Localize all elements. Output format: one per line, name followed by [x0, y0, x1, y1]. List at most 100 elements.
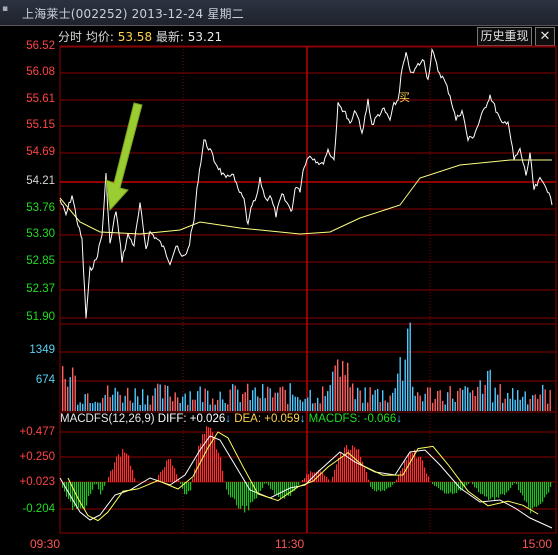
volume-bar — [312, 403, 314, 411]
volume-bar — [342, 360, 344, 411]
macd-bar — [476, 482, 478, 489]
volume-bar — [104, 394, 106, 411]
volume-bar — [417, 392, 419, 411]
volume-bar — [267, 386, 269, 411]
volume-bar — [239, 402, 241, 411]
macd-bar — [450, 482, 452, 493]
buy-marker-label: 买 — [399, 91, 410, 104]
macd-bar — [366, 472, 368, 482]
macd-bar — [86, 482, 88, 506]
macd-bar — [336, 464, 338, 482]
macd-bar — [356, 449, 358, 482]
macd-bar — [528, 482, 530, 508]
macd-bar — [232, 482, 234, 498]
volume-bar — [434, 398, 436, 411]
volume-bar — [167, 385, 169, 411]
macd-bar — [324, 475, 326, 482]
volume-bar — [124, 395, 126, 411]
volume-bar — [277, 392, 279, 411]
macd-bar — [114, 462, 116, 482]
macd-bar — [240, 482, 242, 509]
volume-bar — [164, 385, 166, 411]
volume-bar — [369, 387, 371, 411]
volume-bar — [114, 387, 116, 411]
macd-bar — [216, 449, 218, 482]
macd-bar — [426, 473, 428, 482]
macd-bar — [390, 482, 392, 488]
volume-bar — [324, 396, 326, 411]
volume-bar — [72, 367, 74, 411]
macd-bar — [492, 482, 494, 498]
macd-bar — [160, 471, 162, 482]
macd-bar — [548, 482, 550, 493]
macd-bar — [506, 482, 508, 493]
macd-bar — [364, 467, 366, 482]
volume-bar — [364, 387, 366, 411]
volume-bar — [419, 395, 421, 411]
volume-bar — [299, 399, 301, 411]
macd-bar — [290, 482, 292, 496]
macd-bar — [490, 482, 492, 499]
volume-bar — [412, 386, 414, 411]
macd-bar — [118, 454, 120, 482]
volume-bar — [454, 401, 456, 411]
macd-bar — [304, 478, 306, 482]
volume-bar — [367, 402, 369, 411]
volume-bar — [99, 402, 101, 411]
volume-bar — [534, 394, 536, 411]
volume-bar — [499, 384, 501, 411]
macd-bar — [380, 482, 382, 492]
volume-bar — [92, 403, 94, 411]
volume-bar — [202, 402, 204, 411]
volume-bar — [307, 397, 309, 411]
volume-bar — [82, 403, 84, 411]
macd-bar — [400, 470, 402, 482]
macd-bar — [94, 482, 96, 485]
macd-bar — [302, 480, 304, 482]
macd-bar — [376, 482, 378, 492]
volume-bar — [169, 396, 171, 411]
macd-bar — [428, 476, 430, 482]
macd-bar — [206, 426, 208, 482]
macd-bar — [512, 482, 514, 486]
macd-bar — [436, 482, 438, 487]
volume-bar — [379, 402, 381, 411]
macd-bar — [434, 482, 436, 486]
volume-bar — [467, 387, 469, 411]
macd-panel-frame — [59, 411, 557, 534]
macd-bar — [96, 482, 98, 485]
macd-bar — [392, 482, 394, 485]
macd-bar — [342, 456, 344, 482]
volume-bar — [469, 392, 471, 411]
volume-bar — [422, 401, 424, 411]
macd-bar — [468, 482, 470, 484]
volume-bar — [232, 384, 234, 411]
volume-bar — [507, 393, 509, 411]
volume-bar — [97, 402, 99, 411]
volume-bar — [322, 386, 324, 411]
volume-bar — [529, 399, 531, 411]
macd-bar — [164, 467, 166, 482]
macd-bar — [282, 482, 284, 498]
volume-bar — [127, 387, 129, 411]
macd-bar — [250, 482, 252, 503]
volume-bar — [539, 394, 541, 411]
volume-bar — [264, 398, 266, 411]
volume-bar — [249, 400, 251, 411]
intraday-chart-canvas[interactable]: 买 — [0, 0, 558, 555]
macd-bar — [332, 476, 334, 482]
volume-bar — [447, 392, 449, 411]
volume-bar — [259, 398, 261, 411]
green-arrow-icon — [105, 102, 143, 212]
volume-bar — [372, 394, 374, 411]
volume-bar — [289, 383, 291, 411]
volume-bar — [527, 404, 529, 411]
volume-bar — [517, 390, 519, 411]
macd-bar — [270, 482, 272, 489]
macd-bar — [520, 482, 522, 493]
volume-bar — [219, 391, 221, 411]
macd-bar — [334, 469, 336, 482]
macd-bar — [226, 482, 228, 490]
volume-bar — [487, 371, 489, 411]
macd-bar — [406, 459, 408, 482]
